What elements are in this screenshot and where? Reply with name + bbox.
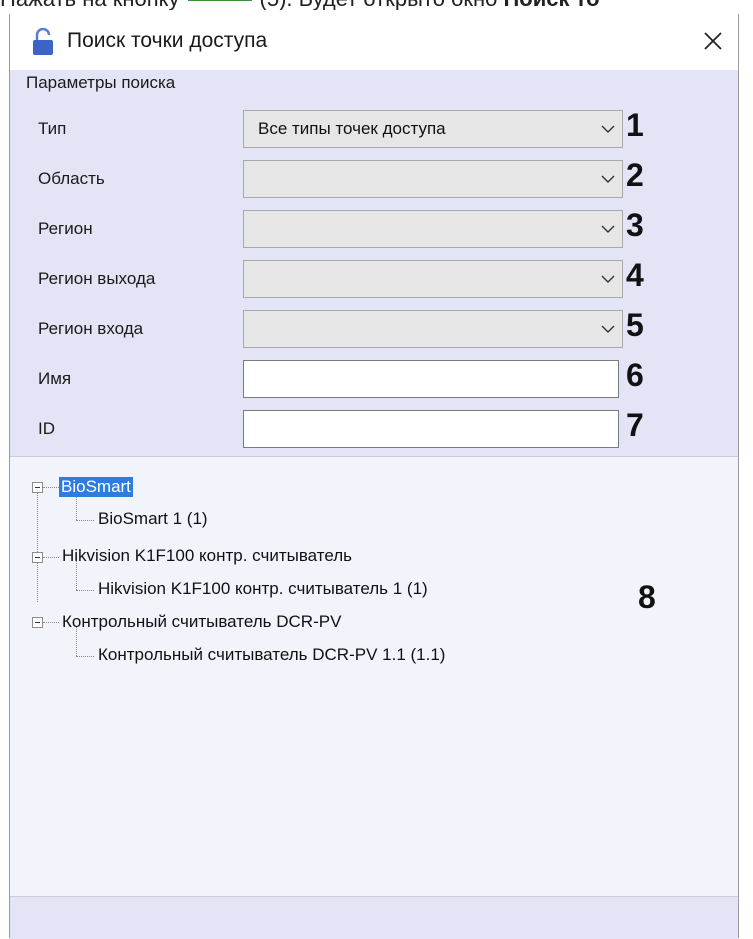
tree-node-dcr-pv[interactable]: Контрольный считыватель DCR-PV [62, 612, 341, 632]
tree-connector [43, 622, 59, 623]
chevron-down-icon [601, 225, 615, 233]
tree-connector [43, 487, 59, 488]
title-bar: Поиск точки доступа [10, 14, 738, 70]
status-bar [10, 896, 738, 939]
region-combobox[interactable] [243, 210, 623, 248]
entry-region-combobox[interactable] [243, 310, 623, 348]
callout-number: 4 [626, 257, 644, 293]
callout-number: 8 [638, 579, 656, 615]
callout-number: 7 [626, 407, 644, 443]
chevron-down-icon [601, 275, 615, 283]
type-combobox[interactable]: Все типы точек доступа [243, 110, 623, 148]
document-text-bold: Поиск то [503, 0, 599, 10]
collapse-icon[interactable] [32, 482, 43, 493]
label-area: Область [38, 169, 105, 188]
area-combobox[interactable] [243, 160, 623, 198]
callout-number: 1 [626, 107, 644, 143]
label-name: Имя [38, 369, 72, 388]
tree-node-hikvision-1[interactable]: Hikvision K1F100 контр. считыватель 1 (1… [98, 579, 428, 599]
tree-node-hikvision[interactable]: Hikvision K1F100 контр. считыватель [62, 546, 352, 566]
chevron-down-icon [601, 325, 615, 333]
callout-number: 2 [626, 157, 644, 193]
exit-region-combobox[interactable] [243, 260, 623, 298]
document-text-prefix: Нажать на кнопку [0, 0, 180, 10]
id-input[interactable] [243, 410, 619, 448]
callout-number: 5 [626, 307, 644, 343]
window-title: Поиск точки доступа [67, 29, 268, 52]
tree-connector [43, 557, 59, 558]
type-combobox-value: Все типы точек доступа [258, 119, 446, 138]
tree-node-dcr-pv-1[interactable]: Контрольный считыватель DCR-PV 1.1 (1.1) [98, 645, 445, 665]
callout-number: 3 [626, 207, 644, 243]
close-icon[interactable] [696, 24, 730, 58]
callout-number: 6 [626, 357, 644, 393]
tree-connector [76, 656, 94, 657]
label-id: ID [38, 419, 55, 438]
lock-icon [33, 28, 53, 55]
chevron-down-icon [601, 125, 615, 133]
tree-node-biosmart-1[interactable]: BioSmart 1 (1) [98, 509, 208, 529]
access-point-tree: BioSmart BioSmart 1 (1) Hikvision K1F100… [10, 456, 738, 897]
group-label: Параметры поиска [26, 73, 176, 92]
button-reference-icon [187, 0, 252, 2]
chevron-down-icon [601, 175, 615, 183]
label-type: Тип [38, 119, 67, 138]
name-input[interactable] [243, 360, 619, 398]
label-entry-region: Регион входа [38, 319, 144, 338]
tree-node-biosmart[interactable]: BioSmart [59, 477, 133, 497]
search-access-point-window: Поиск точки доступа Параметры поиска Тип… [9, 14, 739, 939]
document-text-middle: (5). Будет открыто окно [260, 0, 498, 10]
tree-connector [76, 590, 94, 591]
collapse-icon[interactable] [32, 552, 43, 563]
collapse-icon[interactable] [32, 617, 43, 628]
label-exit-region: Регион выхода [38, 269, 156, 288]
tree-connector [76, 520, 94, 521]
document-text-line: Нажать на кнопку(5). Будет открыто окно … [0, 0, 753, 10]
tree-connector [37, 487, 38, 602]
search-params-panel: Параметры поиска Тип Все типы точек дост… [10, 70, 738, 456]
label-region: Регион [38, 219, 93, 238]
